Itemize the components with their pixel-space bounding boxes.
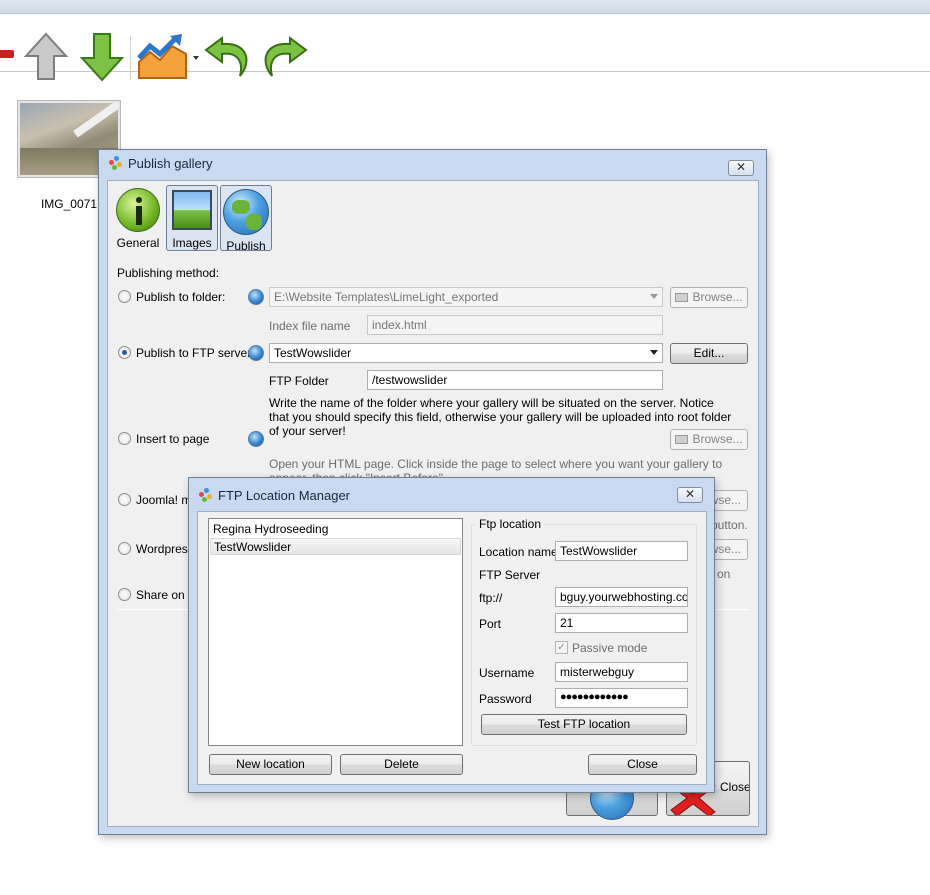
wordpress-hint: on xyxy=(717,567,731,581)
tab-general[interactable]: General xyxy=(112,185,164,251)
close-publish-label: Close xyxy=(720,780,750,794)
list-item[interactable]: Regina Hydroseeding xyxy=(210,521,461,538)
browse-page-button[interactable]: Browse... xyxy=(670,429,748,450)
list-item[interactable]: TestWowslider xyxy=(210,538,461,555)
test-ftp-button[interactable]: Test FTP location xyxy=(481,714,687,735)
publish-dialog-title: Publish gallery xyxy=(128,155,213,171)
move-up-icon[interactable] xyxy=(22,32,70,82)
index-file-label: Index file name xyxy=(269,319,351,333)
app-icon xyxy=(109,156,123,170)
redo-icon[interactable] xyxy=(258,32,308,82)
toolbar-separator xyxy=(130,36,131,80)
publish-dialog-titlebar: Publish gallery xyxy=(99,150,766,176)
browse-folder-button[interactable]: Browse... xyxy=(670,287,748,308)
delete-button[interactable]: Delete xyxy=(340,754,463,775)
radio-insert-page[interactable] xyxy=(118,432,131,445)
insert-page-hint: Open your HTML page. Click inside the pa… xyxy=(269,457,723,477)
folder-path-value: E:\Website Templates\LimeLight_exported xyxy=(274,290,499,304)
info-icon xyxy=(116,188,160,232)
remove-icon[interactable] xyxy=(0,50,14,58)
username-input[interactable]: misterwebguy xyxy=(555,662,688,682)
publish-chart-icon[interactable] xyxy=(136,32,194,82)
ftp-prefix-label: ftp:// xyxy=(479,591,503,605)
location-name-label: Location name xyxy=(479,545,558,559)
folder-path-combo[interactable]: E:\Website Templates\LimeLight_exported xyxy=(269,287,663,307)
new-location-button[interactable]: New location xyxy=(209,754,332,775)
close-ftp-button[interactable]: Close xyxy=(588,754,697,775)
publish-ftp-label: Publish to FTP server xyxy=(136,346,252,360)
folder-icon xyxy=(675,293,689,302)
radio-publish-folder[interactable] xyxy=(118,290,131,303)
globe-icon xyxy=(248,289,264,305)
ftp-server-combo[interactable]: TestWowslider xyxy=(269,343,663,363)
radio-publish-ftp[interactable] xyxy=(118,346,131,359)
ftp-manager-title: FTP Location Manager xyxy=(218,487,350,503)
move-down-icon[interactable] xyxy=(78,32,126,82)
publishing-method-label: Publishing method: xyxy=(117,266,220,280)
image-icon xyxy=(172,190,212,230)
window-top-strip xyxy=(0,0,930,14)
ftp-folder-label: FTP Folder xyxy=(269,374,329,388)
wordpress-label: Wordpress xyxy=(136,542,194,556)
radio-share[interactable] xyxy=(118,588,131,601)
port-input[interactable]: 21 xyxy=(555,613,688,633)
browse-page-label: Browse... xyxy=(692,432,743,446)
folder-icon xyxy=(675,435,689,444)
ftp-folder-hint: Write the name of the folder where your … xyxy=(269,396,732,438)
publish-folder-label: Publish to folder: xyxy=(136,290,226,304)
chevron-down-icon[interactable] xyxy=(193,56,199,60)
ftp-server-label: FTP Server xyxy=(479,568,541,582)
port-label: Port xyxy=(479,617,502,631)
insert-page-label: Insert to page xyxy=(136,432,210,446)
globe-icon xyxy=(248,431,264,447)
tab-publish[interactable]: Publish xyxy=(220,185,272,253)
app-icon xyxy=(199,488,213,502)
passive-mode-label: Passive mode xyxy=(572,641,648,655)
joomla-hint: button. xyxy=(711,518,748,532)
ftp-locations-list[interactable]: Regina Hydroseeding TestWowslider xyxy=(208,518,463,746)
ftp-manager-titlebar: FTP Location Manager xyxy=(189,478,714,512)
main-toolbar xyxy=(0,14,930,82)
tab-images-label: Images xyxy=(172,236,212,250)
index-file-input[interactable]: index.html xyxy=(367,315,663,335)
radio-joomla[interactable] xyxy=(118,493,131,506)
tab-general-label: General xyxy=(116,236,160,250)
radio-wordpress[interactable] xyxy=(118,542,131,555)
undo-icon[interactable] xyxy=(204,32,254,82)
ftp-folder-input[interactable]: /testwowslider xyxy=(367,370,663,390)
password-label: Password xyxy=(479,692,532,706)
close-icon[interactable]: ✕ xyxy=(677,487,703,503)
globe-icon xyxy=(248,345,264,361)
tab-publish-label: Publish xyxy=(226,239,266,253)
globe-icon xyxy=(223,189,269,235)
browse-folder-label: Browse... xyxy=(692,290,743,304)
ftp-host-input[interactable]: bguy.yourwebhosting.com xyxy=(555,587,688,607)
password-input[interactable]: ●●●●●●●●●●●● xyxy=(555,688,688,708)
close-icon[interactable]: ✕ xyxy=(728,160,754,176)
location-name-input[interactable]: TestWowslider xyxy=(555,541,688,561)
tab-images[interactable]: Images xyxy=(166,185,218,251)
ftp-location-group-title: Ftp location xyxy=(476,517,545,531)
ftp-server-value: TestWowslider xyxy=(274,346,352,360)
ftp-location-manager-dialog: FTP Location Manager ✕ Regina Hydroseedi… xyxy=(188,477,715,793)
ftp-manager-body: Regina Hydroseeding TestWowslider Ftp lo… xyxy=(197,511,707,785)
username-label: Username xyxy=(479,666,535,680)
edit-ftp-button[interactable]: Edit... xyxy=(670,343,748,364)
passive-mode-checkbox[interactable]: ✓ xyxy=(555,641,568,654)
